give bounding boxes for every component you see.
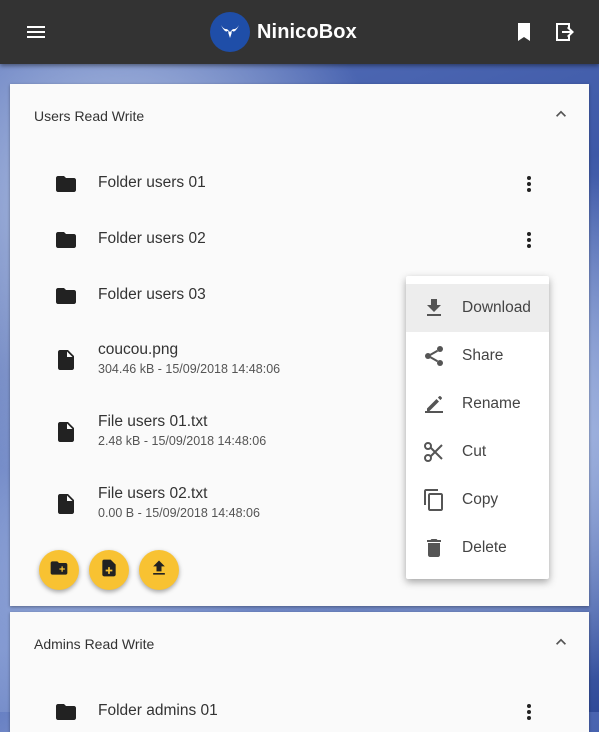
chevron-up-icon[interactable] [551,104,571,124]
list-item[interactable]: Folder admins 01 [10,692,589,732]
menu-item-label: Copy [462,491,499,508]
folder-icon [54,700,78,724]
download-icon [422,296,446,320]
file-icon [54,492,78,516]
item-name: Folder admins 01 [98,702,218,719]
create-folder-button[interactable] [39,550,79,590]
edit-icon [422,392,446,416]
more-vert-icon[interactable] [517,172,541,196]
menu-icon[interactable] [24,20,48,44]
list-item[interactable]: Folder users 02 [10,220,589,260]
item-name: File users 02.txt [98,485,208,502]
create-file-button[interactable] [89,550,129,590]
menu-item-label: Delete [462,539,507,556]
create-folder-icon [49,558,69,583]
menu-item-rename[interactable]: Rename [406,380,549,428]
bookmark-icon[interactable] [512,20,536,44]
menu-item-copy[interactable]: Copy [406,476,549,524]
create-file-icon [99,558,119,583]
item-name: Folder users 03 [98,286,206,303]
item-name: Folder users 01 [98,174,206,191]
scissors-icon [422,440,446,464]
menu-item-delete[interactable]: Delete [406,524,549,572]
context-menu: Download Share Rename Cut Copy Delete [406,276,549,579]
file-icon [54,420,78,444]
exit-to-app-icon[interactable] [552,20,576,44]
section-title: Admins Read Write [34,636,155,652]
menu-item-cut[interactable]: Cut [406,428,549,476]
menu-item-download[interactable]: Download [406,284,549,332]
folder-icon [54,172,78,196]
upload-button[interactable] [139,550,179,590]
item-name: Folder users 02 [98,230,206,247]
item-meta: 2.48 kB - 15/09/2018 14:48:06 [98,434,267,448]
item-name: coucou.png [98,341,179,358]
folder-icon [54,228,78,252]
more-vert-icon[interactable] [517,228,541,252]
app-bar: NinicoBox [0,0,599,64]
menu-item-label: Download [462,299,531,316]
item-name: File users 01.txt [98,413,208,430]
chevron-up-icon[interactable] [551,632,571,652]
more-vert-icon[interactable] [517,700,541,724]
logo [210,12,250,52]
section-title: Users Read Write [34,108,145,124]
menu-item-label: Cut [462,443,487,460]
upload-icon [149,558,169,583]
trash-icon [422,536,446,560]
share-icon [422,344,446,368]
menu-item-label: Share [462,347,504,364]
app-title: NinicoBox [257,20,357,43]
list-item[interactable]: Folder users 01 [10,164,589,204]
brand[interactable]: NinicoBox [210,12,357,52]
file-icon [54,348,78,372]
menu-item-share[interactable]: Share [406,332,549,380]
folder-icon [54,284,78,308]
menu-item-label: Rename [462,395,521,412]
item-meta: 304.46 kB - 15/09/2018 14:48:06 [98,362,281,376]
section-admins-read-write: Admins Read Write Folder admins 01 [10,612,589,732]
copy-icon [422,488,446,512]
item-meta: 0.00 B - 15/09/2018 14:48:06 [98,506,260,520]
